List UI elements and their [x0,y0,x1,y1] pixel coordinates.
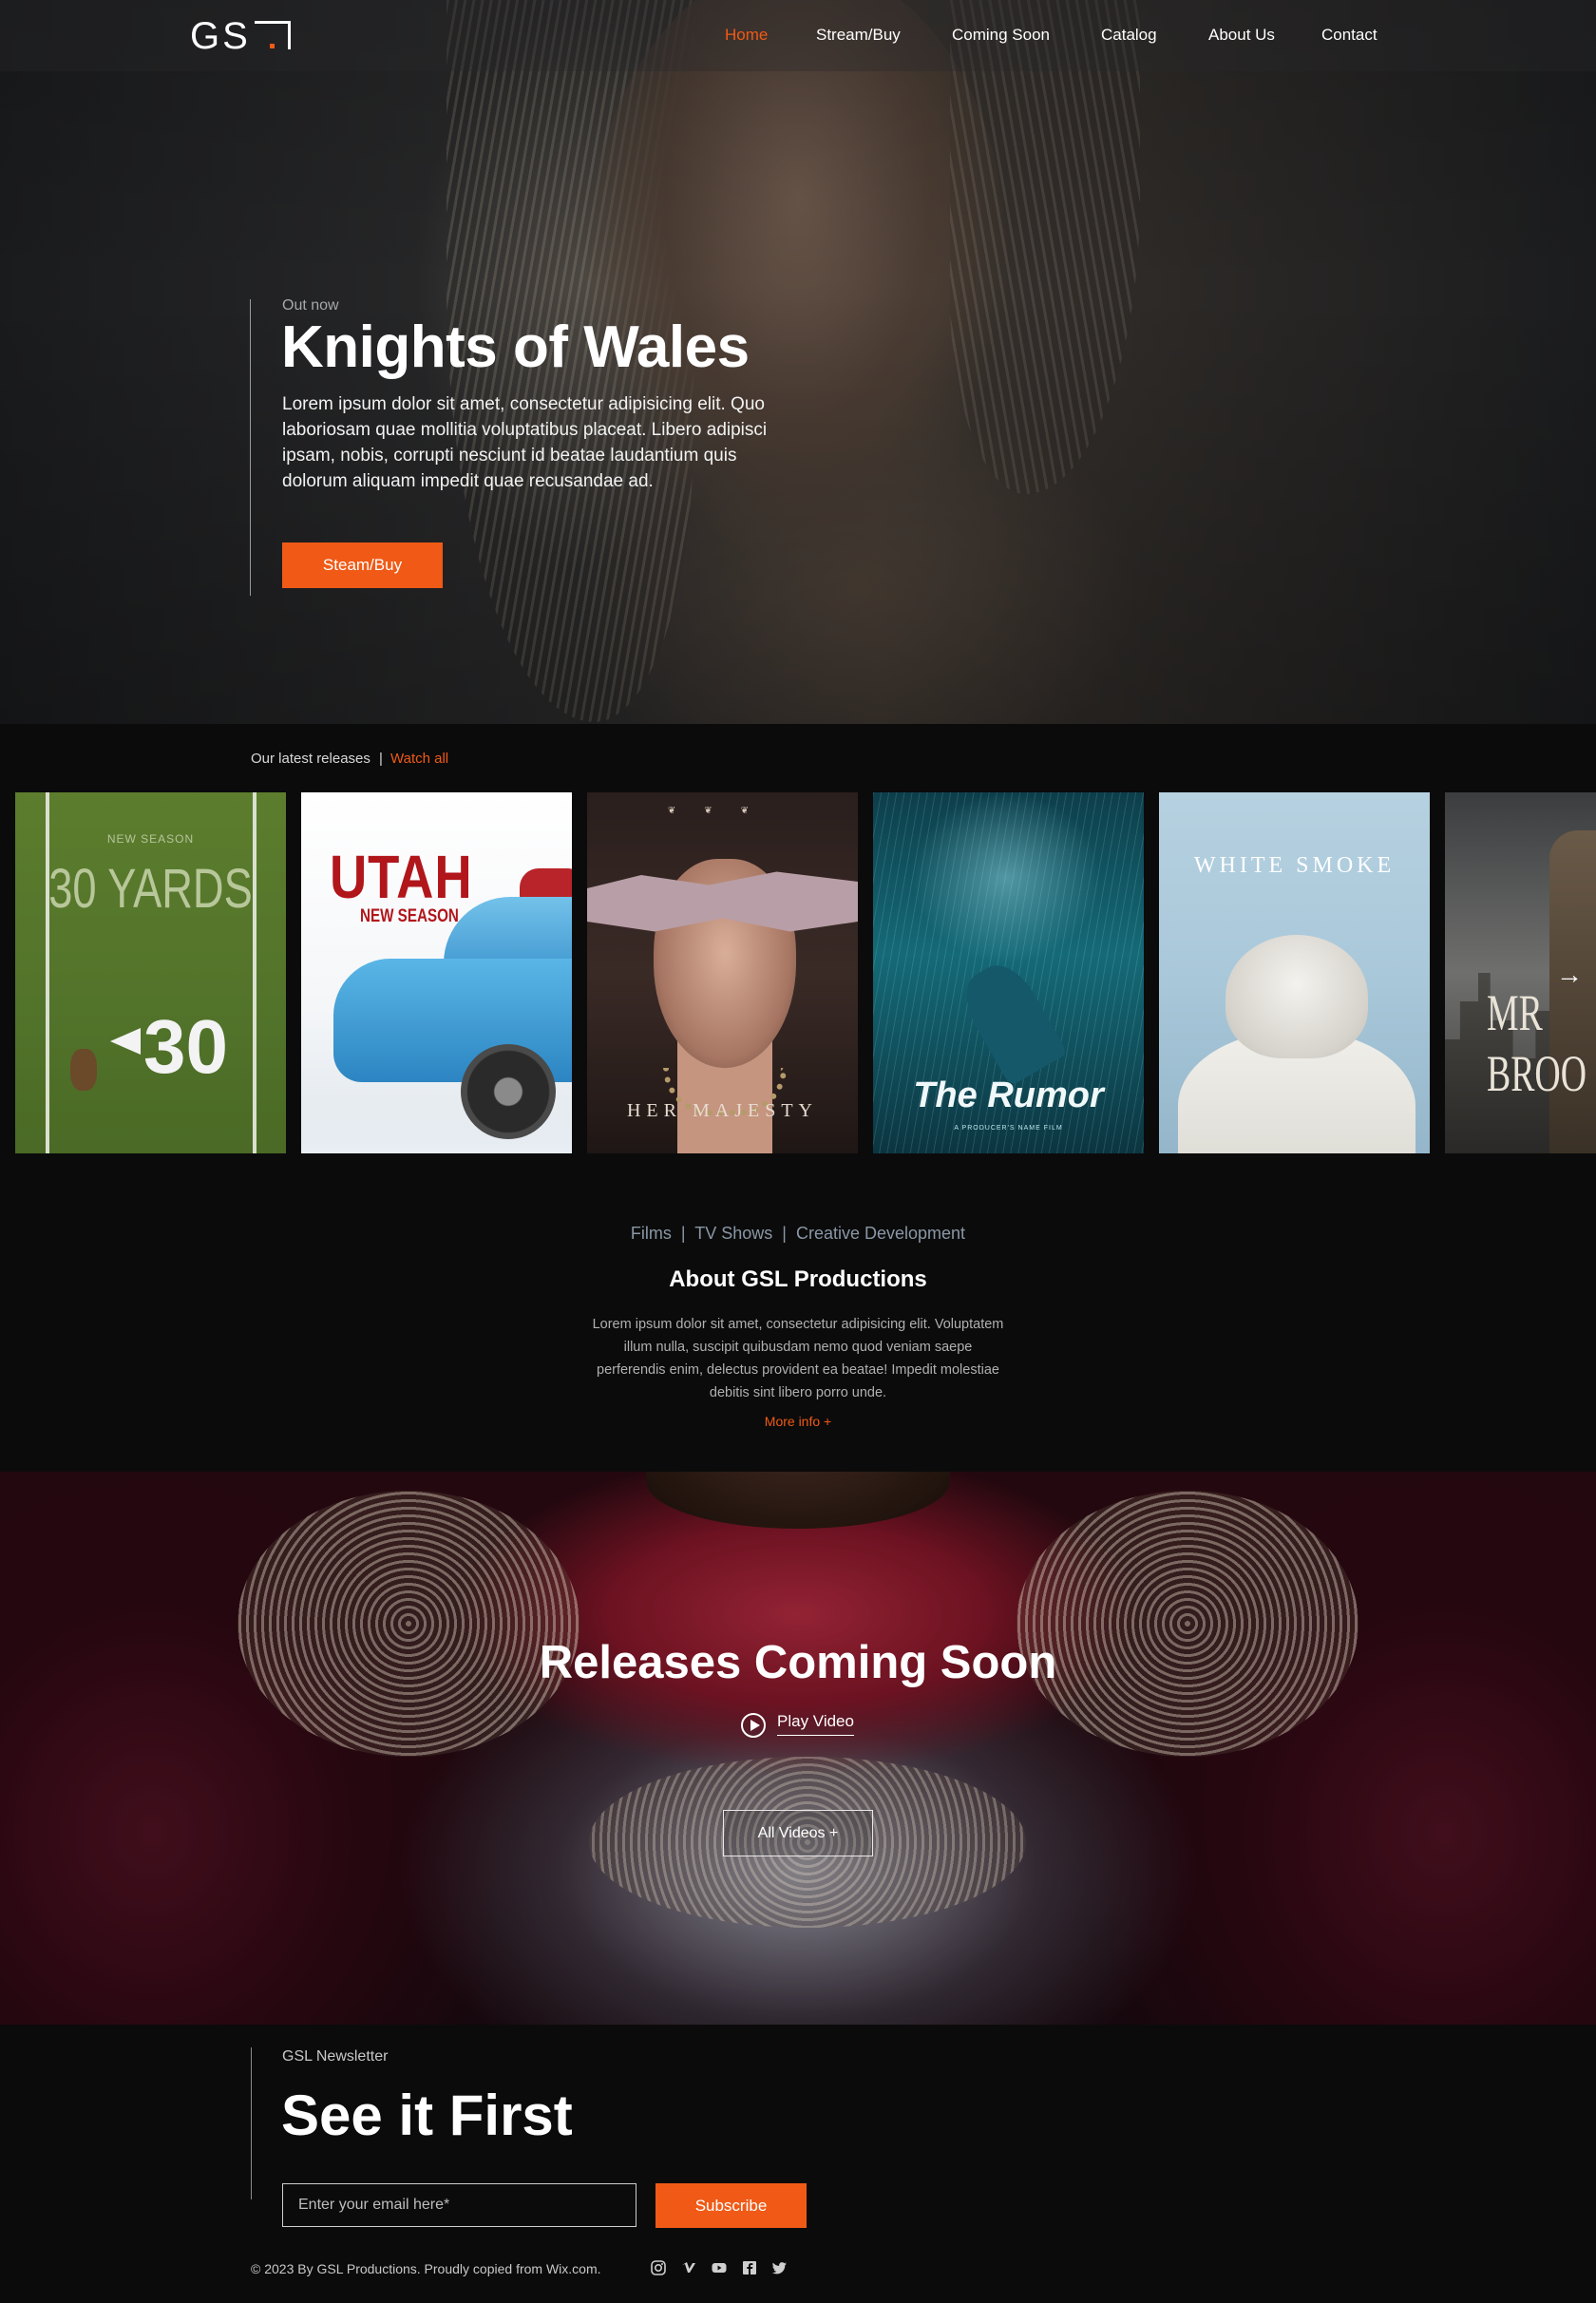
poster-title: WHITE SMOKE [1193,853,1396,878]
hero-kicker: Out now [282,297,339,314]
poster-title: HER MAJESTY [626,1100,818,1121]
hero-overlay [0,0,1596,724]
field-line [253,792,256,1153]
play-video-link[interactable]: Play Video [777,1712,854,1736]
newsletter-kicker: GSL Newsletter [282,2048,389,2065]
field-line [46,792,49,1153]
poster-yard-number: 30 [143,1004,228,1089]
poster-laurels: ❦❦❦ [667,806,778,816]
poster-30-yards[interactable]: NEW SEASON 30 YARDS 30 [15,792,286,1153]
poster-tagline: A PRODUCER'S NAME FILM [954,1125,1063,1132]
nav-home[interactable]: Home [725,26,768,45]
nav-about-us[interactable]: About Us [1208,26,1275,45]
instagram-icon[interactable] [650,2259,667,2276]
nav-contact[interactable]: Contact [1321,26,1378,45]
logo[interactable]: GS [190,15,251,58]
poster-figure [70,1049,97,1091]
poster-white-smoke[interactable]: WHITE SMOKE [1159,792,1430,1153]
hero-divider [250,299,251,596]
releases-separator: | [379,751,383,767]
poster-head [1226,935,1368,1058]
stream-buy-button[interactable]: Steam/Buy [282,542,443,588]
poster-wheel [461,1044,556,1139]
nav-coming-soon[interactable]: Coming Soon [952,26,1050,45]
nav-catalog[interactable]: Catalog [1101,26,1157,45]
hero-title: Knights of Wales [281,314,750,380]
releases-heading: Our latest releases [251,751,370,767]
chevron-right-icon[interactable]: → [1556,960,1583,990]
newsletter-title: See it First [281,2084,573,2147]
hero-section [0,0,1596,724]
coming-soon-title: Releases Coming Soon [539,1637,1057,1688]
watch-all-link[interactable]: Watch all [390,751,448,767]
poster-subtitle: NEW SEASON [360,906,459,926]
poster-utah[interactable]: UTAH NEW SEASON [301,792,572,1153]
facebook-icon[interactable] [741,2259,758,2276]
poster-title: MR BROO [1487,984,1587,1102]
footer-copyright: © 2023 By GSL Productions. Proudly copie… [251,2261,601,2276]
nav-stream-buy[interactable]: Stream/Buy [816,26,901,45]
about-text: Lorem ipsum dolor sit amet, consectetur … [592,1317,1004,1400]
about-categories: Films | TV Shows | Creative Development [630,1224,966,1243]
subscribe-button[interactable]: Subscribe [656,2183,807,2228]
about-title: About GSL Productions [669,1266,927,1292]
poster-title: The Rumor [913,1075,1104,1115]
poster-her-majesty[interactable]: ❦❦❦ HER MAJESTY [587,792,858,1153]
poster-supertitle: NEW SEASON [106,832,195,846]
hero-description: Lorem ipsum dolor sit amet, consectetur … [282,394,768,491]
newsletter-divider [251,2047,252,2199]
twitter-icon[interactable] [771,2259,788,2276]
top-navbar: GS Home Stream/Buy Coming Soon Catalog A… [0,0,1596,71]
more-info-link[interactable]: More info + [0,1414,1596,1429]
play-icon[interactable] [741,1713,766,1738]
email-field[interactable] [282,2183,636,2227]
field-arrow [110,1028,141,1055]
coming-overlay [0,1472,1596,2025]
poster-title: 30 YARDS [48,858,253,920]
poster-the-rumor[interactable]: The Rumor A PRODUCER'S NAME FILM [873,792,1144,1153]
all-videos-button[interactable]: All Videos + [723,1810,873,1856]
poster-title: UTAH [330,843,473,911]
youtube-icon[interactable] [711,2259,728,2276]
coming-soon-section [0,1472,1596,2025]
logo-dot [270,44,275,48]
vimeo-icon[interactable] [680,2259,697,2276]
